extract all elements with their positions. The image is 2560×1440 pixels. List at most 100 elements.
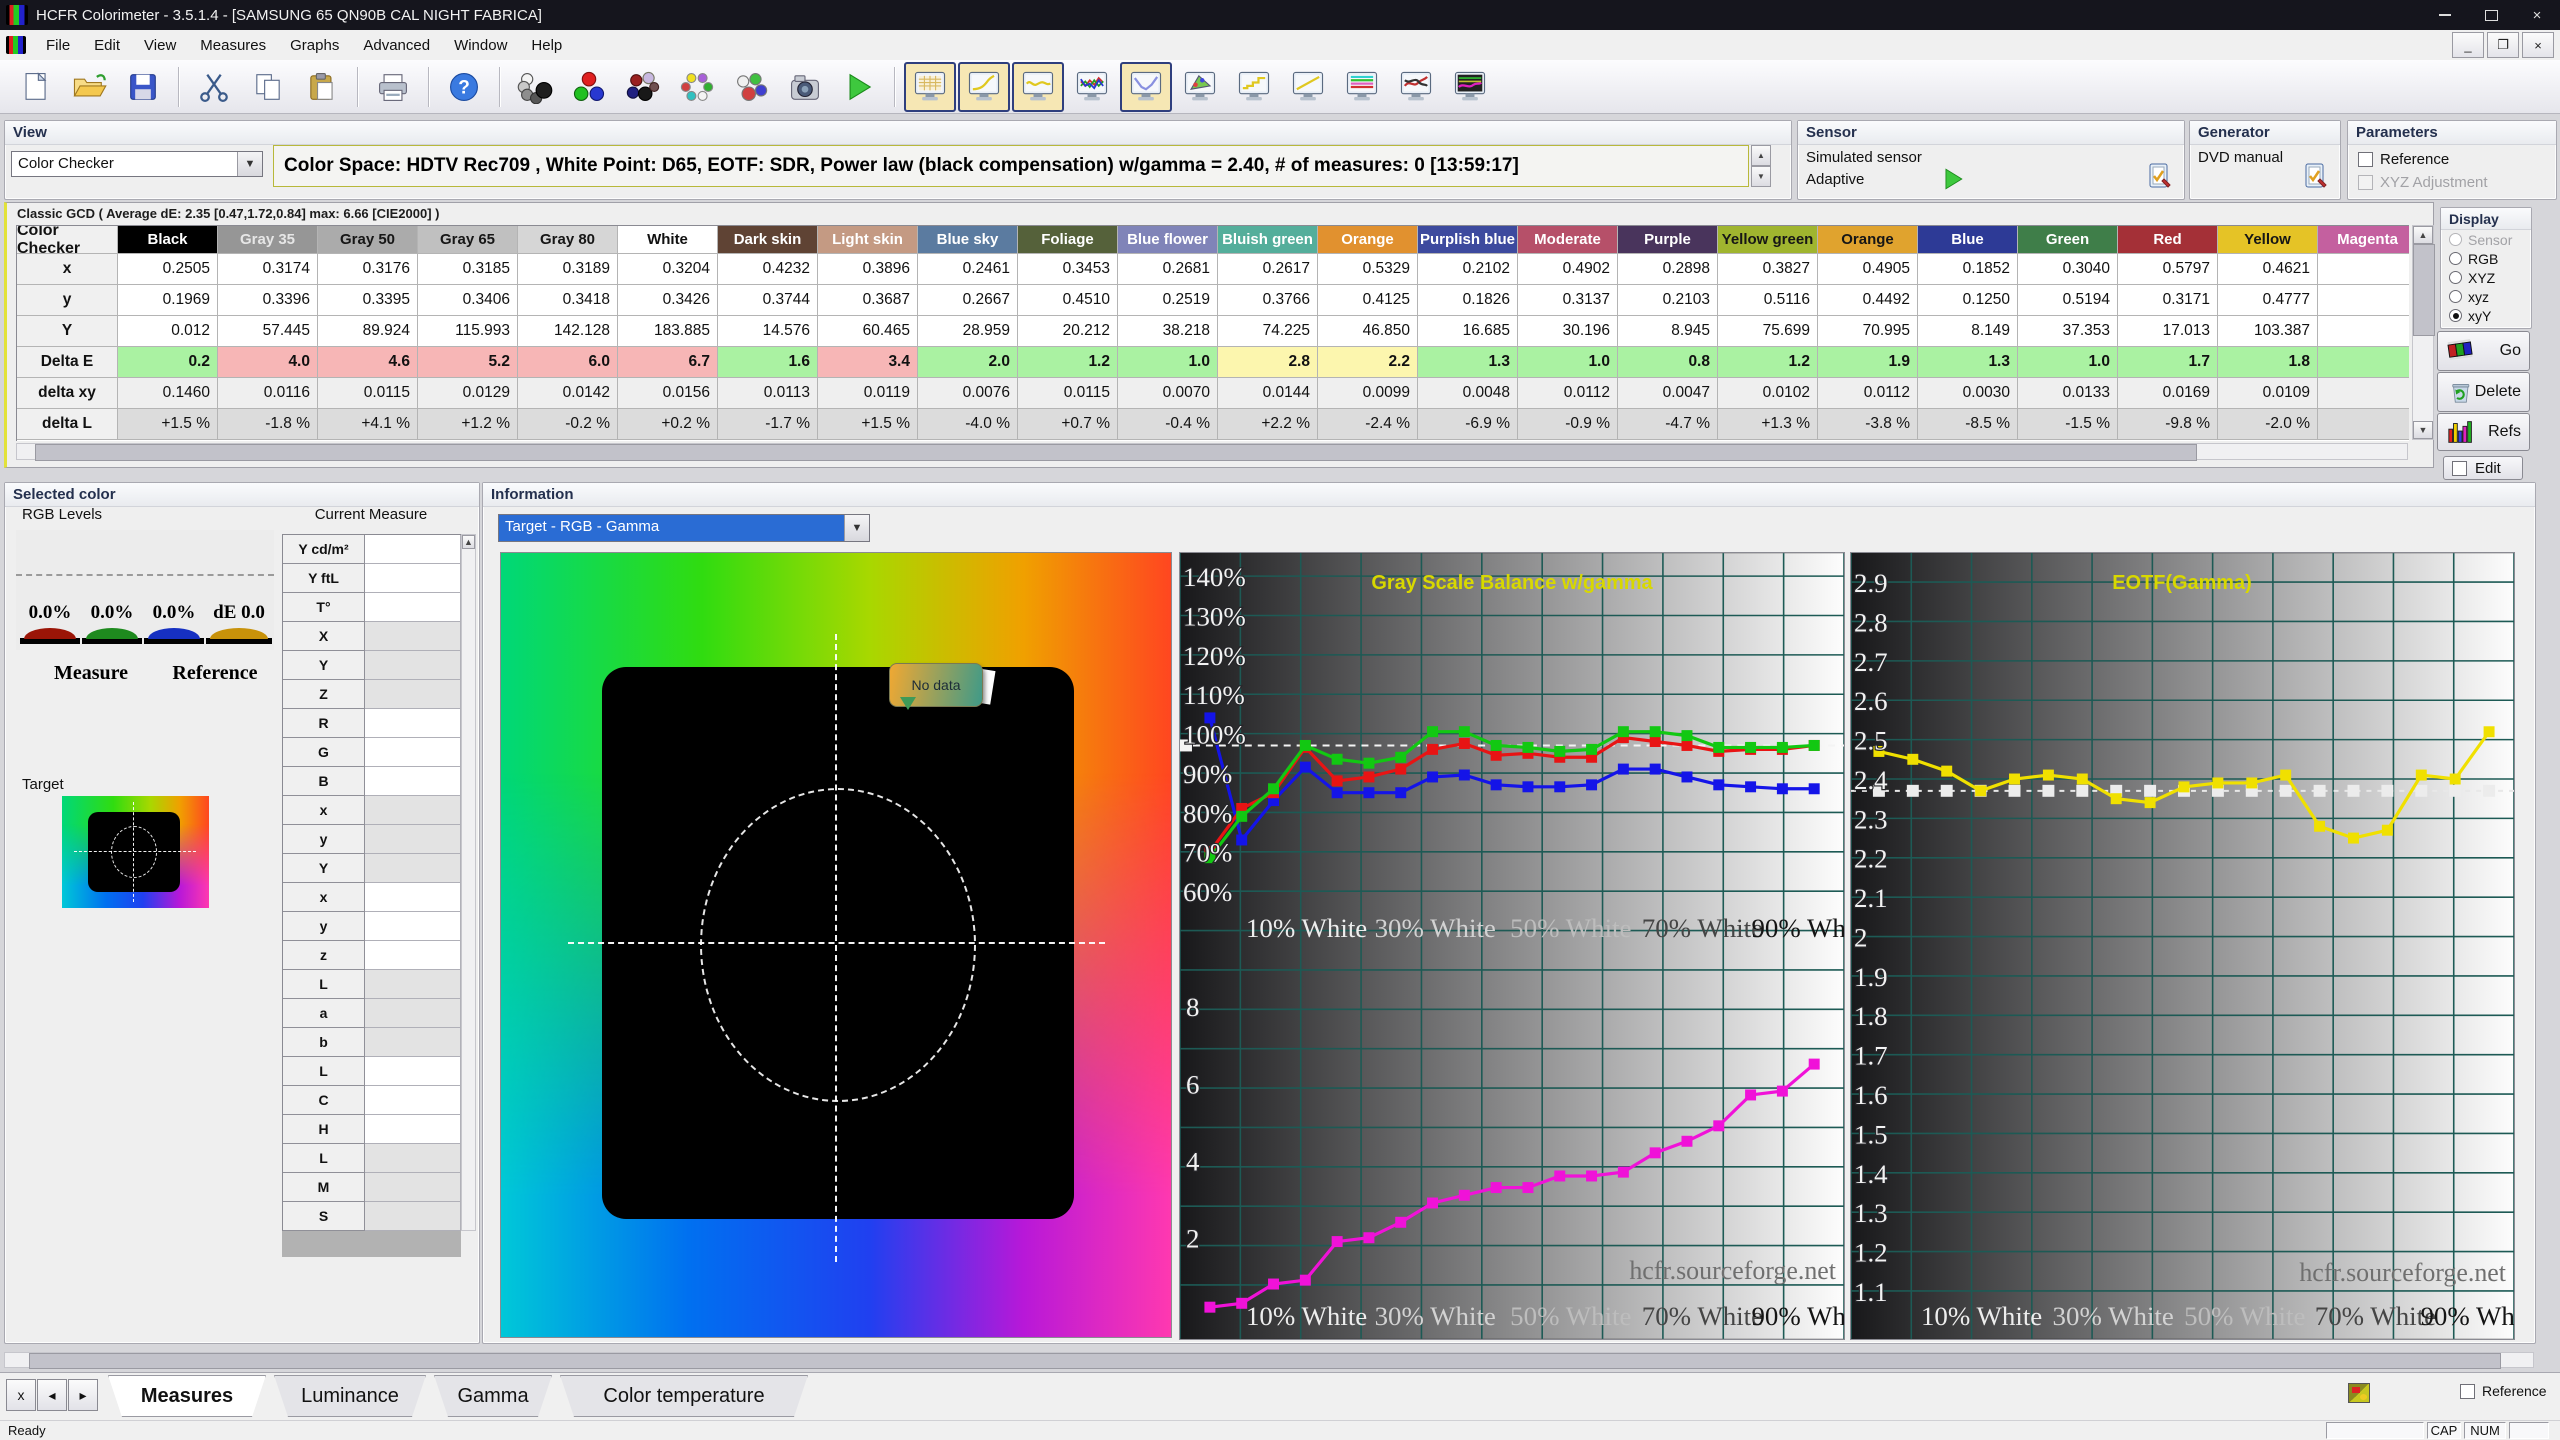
column-header-orange[interactable]: Orange (1818, 226, 1918, 254)
table-cell[interactable]: 0.4492 (1818, 285, 1918, 316)
color-tracking-view-button[interactable] (1336, 62, 1388, 112)
table-cell[interactable]: -4.7 % (1618, 409, 1718, 440)
table-cell[interactable]: 0.3687 (818, 285, 918, 316)
table-cell[interactable]: 0.0102 (1718, 378, 1818, 409)
measure-row-value[interactable] (365, 709, 461, 738)
table-cell[interactable]: 0.0048 (1418, 378, 1518, 409)
table-cell[interactable]: 1.8 (2218, 347, 2318, 378)
tab-measures[interactable]: Measures (108, 1375, 266, 1417)
table-cell[interactable]: 1.2 (1718, 347, 1818, 378)
spinner-down-icon[interactable]: ▼ (1751, 166, 1771, 187)
column-header-purplish-blue[interactable]: Purplish blue (1418, 226, 1518, 254)
column-header-white[interactable]: White (618, 226, 718, 254)
copy-button[interactable] (242, 62, 294, 112)
measure-row-value[interactable] (365, 1202, 461, 1231)
table-cell[interactable]: 0.0112 (1518, 378, 1618, 409)
help-button[interactable]: ? (438, 62, 490, 112)
table-cell[interactable]: 0.0129 (418, 378, 518, 409)
open-file-button[interactable] (63, 62, 115, 112)
table-cell[interactable]: 0.0070 (1118, 378, 1218, 409)
table-cell[interactable]: 0.3174 (218, 254, 318, 285)
tab-color-temperature[interactable]: Color temperature (560, 1375, 808, 1417)
measure-row-value[interactable] (365, 1057, 461, 1086)
menu-item-view[interactable]: View (132, 32, 188, 59)
table-cell[interactable]: 6.0 (518, 347, 618, 378)
measure-row-value[interactable] (365, 564, 461, 593)
free-measure-button[interactable] (725, 62, 777, 112)
table-cell[interactable]: 1.3 (1918, 347, 2018, 378)
table-cell[interactable]: 0.1460 (118, 378, 218, 409)
measure-label[interactable]: Measure (36, 662, 146, 685)
column-header-foliage[interactable]: Foliage (1018, 226, 1118, 254)
measure-row-value[interactable] (365, 1028, 461, 1057)
table-cell[interactable]: 0.1250 (1918, 285, 2018, 316)
table-cell[interactable]: 0.0142 (518, 378, 618, 409)
table-cell[interactable] (2318, 409, 2409, 440)
table-cell[interactable]: 8.149 (1918, 316, 2018, 347)
table-cell[interactable]: 0.8 (1618, 347, 1718, 378)
measure-row-value[interactable] (365, 941, 461, 970)
table-cell[interactable]: 1.0 (1518, 347, 1618, 378)
saturations-measure-button[interactable] (671, 62, 723, 112)
table-cell[interactable]: 0.1969 (118, 285, 218, 316)
mdi-restore-button[interactable]: ❐ (2487, 32, 2519, 58)
menu-item-advanced[interactable]: Advanced (351, 32, 442, 59)
delete-button[interactable]: Delete (2437, 372, 2530, 412)
column-header-gray-80[interactable]: Gray 80 (518, 226, 618, 254)
reference-checkbox[interactable] (2460, 1383, 2475, 1399)
table-cell[interactable]: 0.0047 (1618, 378, 1718, 409)
display-option-xyz[interactable]: xyz (2449, 287, 2531, 306)
table-cell[interactable]: 0.1826 (1418, 285, 1518, 316)
measure-row-value[interactable] (365, 854, 461, 883)
measure-row-value[interactable] (365, 1144, 461, 1173)
table-cell[interactable]: 0.3176 (318, 254, 418, 285)
table-cell[interactable]: +4.1 % (318, 409, 418, 440)
table-cell[interactable]: -1.8 % (218, 409, 318, 440)
table-cell[interactable]: 0.0115 (1018, 378, 1118, 409)
table-cell[interactable]: -8.5 % (1918, 409, 2018, 440)
table-cell[interactable] (2318, 316, 2409, 347)
table-vertical-scrollbar[interactable]: ▲ ▼ (2412, 225, 2435, 440)
measure-row-value[interactable] (365, 593, 461, 622)
measure-row-value[interactable] (365, 680, 461, 709)
table-cell[interactable]: 0.2505 (118, 254, 218, 285)
menu-item-edit[interactable]: Edit (82, 32, 132, 59)
measure-row-value[interactable] (365, 912, 461, 941)
column-header-yellow-green[interactable]: Yellow green (1718, 226, 1818, 254)
table-cell[interactable]: 17.013 (2118, 316, 2218, 347)
table-cell[interactable]: 0.0116 (218, 378, 318, 409)
main-horizontal-scrollbar[interactable] (4, 1352, 2534, 1369)
chevron-down-icon[interactable]: ▼ (237, 152, 262, 176)
table-cell[interactable]: -9.8 % (2118, 409, 2218, 440)
tab-luminance[interactable]: Luminance (274, 1375, 426, 1417)
rgb-levels-graph-view-button[interactable] (1066, 62, 1118, 112)
table-cell[interactable]: -0.4 % (1118, 409, 1218, 440)
paste-button[interactable] (296, 62, 348, 112)
save-button[interactable] (117, 62, 169, 112)
table-cell[interactable]: 0.3185 (418, 254, 518, 285)
table-cell[interactable]: 0.3453 (1018, 254, 1118, 285)
column-header-red[interactable]: Red (2118, 226, 2218, 254)
table-cell[interactable]: 0.3204 (618, 254, 718, 285)
table-cell[interactable]: -0.2 % (518, 409, 618, 440)
table-cell[interactable]: 8.945 (1618, 316, 1718, 347)
edit-toggle[interactable]: Edit (2443, 456, 2523, 480)
near-black-measure-button[interactable] (617, 62, 669, 112)
go-button[interactable]: Go (2437, 331, 2530, 371)
table-cell[interactable]: 0.5194 (2018, 285, 2118, 316)
table-cell[interactable]: +0.2 % (618, 409, 718, 440)
radio-icon[interactable] (2449, 271, 2462, 284)
table-cell[interactable]: 16.685 (1418, 316, 1518, 347)
display-option-xyy[interactable]: xyY (2449, 306, 2531, 325)
tab-gamma[interactable]: Gamma (434, 1375, 552, 1417)
table-cell[interactable]: +1.2 % (418, 409, 518, 440)
column-header-purple[interactable]: Purple (1618, 226, 1718, 254)
temperature-graph-view-button[interactable] (1390, 62, 1442, 112)
measure-row-value[interactable] (365, 767, 461, 796)
column-header-orange[interactable]: Orange (1318, 226, 1418, 254)
table-cell[interactable]: 0.3171 (2118, 285, 2218, 316)
table-cell[interactable]: 14.576 (718, 316, 818, 347)
table-cell[interactable]: 0.4905 (1818, 254, 1918, 285)
luminance-histo-view-button[interactable] (1228, 62, 1280, 112)
table-cell[interactable]: -0.9 % (1518, 409, 1618, 440)
